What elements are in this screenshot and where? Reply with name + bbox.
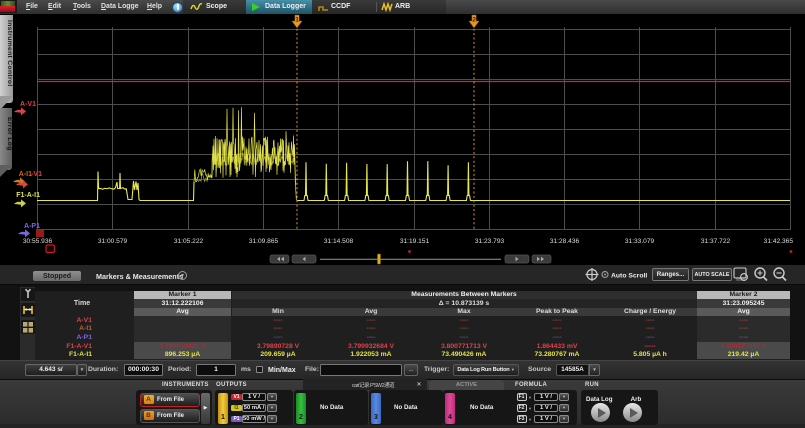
svg-text:1: 1: [295, 17, 299, 24]
svg-text:-V1: -V1: [31, 171, 42, 178]
svg-text:Auto Scroll: Auto Scroll: [611, 273, 647, 280]
svg-text:2: 2: [472, 17, 476, 24]
svg-text:31:23.793: 31:23.793: [475, 238, 505, 245]
svg-text:A-I1: A-I1: [19, 171, 32, 178]
svg-text:31:05.222: 31:05.222: [174, 238, 204, 245]
svg-text:31:42.365: 31:42.365: [764, 238, 794, 245]
svg-text:31:09.865: 31:09.865: [249, 238, 279, 245]
svg-text:F1-A-I1: F1-A-I1: [16, 192, 40, 199]
svg-text:31:00.579: 31:00.579: [98, 238, 128, 245]
svg-text:31:19.151: 31:19.151: [400, 238, 430, 245]
svg-text:30:55.936: 30:55.936: [23, 238, 53, 245]
svg-text:31:14.508: 31:14.508: [324, 238, 354, 245]
svg-text:31:37.722: 31:37.722: [701, 238, 731, 245]
svg-text:31:28.436: 31:28.436: [550, 238, 580, 245]
svg-text:A-V1: A-V1: [20, 101, 36, 108]
svg-text:A-P1: A-P1: [24, 223, 40, 230]
svg-text:31:33.079: 31:33.079: [625, 238, 655, 245]
